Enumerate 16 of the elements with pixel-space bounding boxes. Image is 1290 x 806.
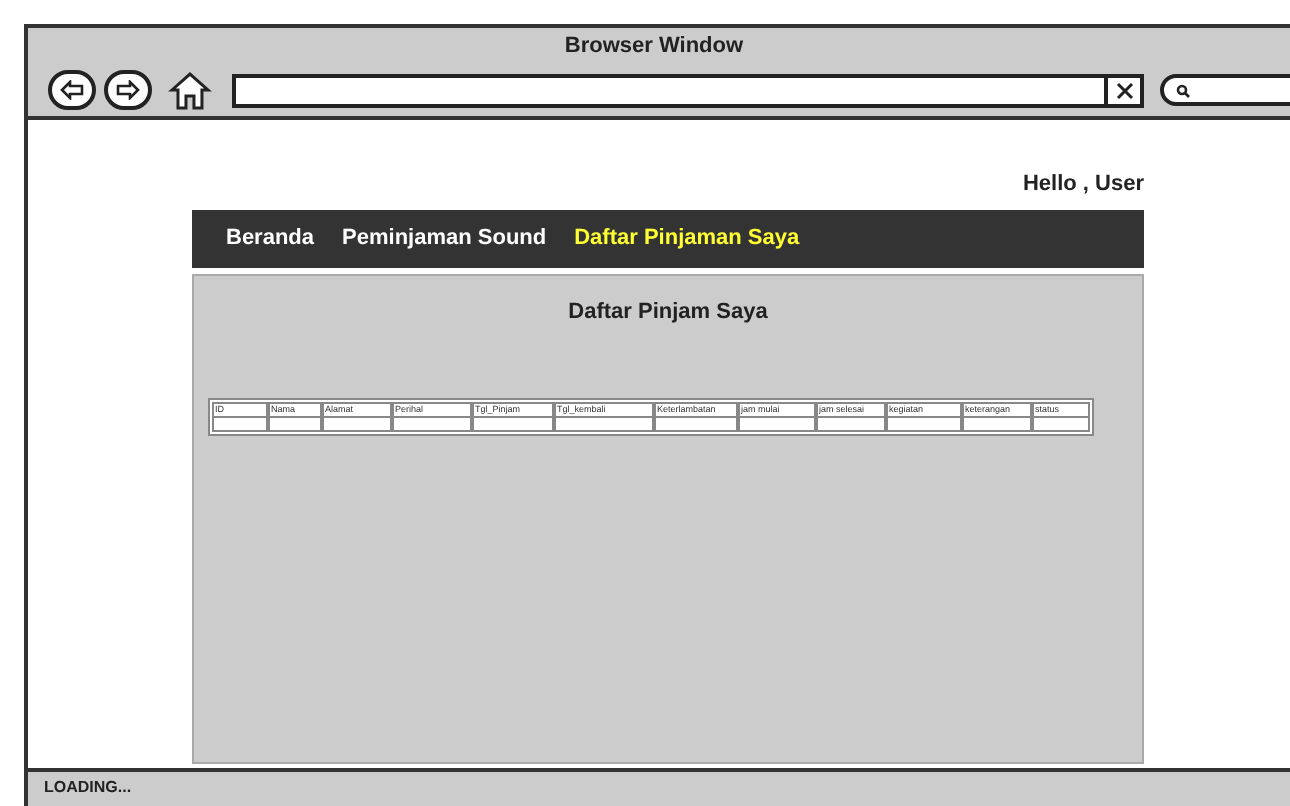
window-title: Browser Window: [564, 36, 744, 58]
right-arrow-icon: [115, 80, 140, 100]
close-icon: [1115, 81, 1134, 99]
address-field[interactable]: [231, 73, 1145, 107]
left-arrow-icon: [59, 80, 84, 100]
nav-tab[interactable]: Daftar Pinjaman Saya: [574, 222, 800, 256]
search-field[interactable]: [1160, 74, 1290, 106]
greeting-text: Hello , User: [1022, 172, 1144, 198]
back-button[interactable]: [48, 70, 96, 110]
search-icon: [1176, 83, 1191, 97]
home-icon[interactable]: [167, 70, 212, 110]
nav-tab[interactable]: Beranda: [226, 222, 315, 256]
nav-tab[interactable]: Peminjaman Sound: [342, 222, 547, 256]
page-title: Daftar Pinjam Saya: [568, 298, 768, 328]
forward-button[interactable]: [103, 70, 152, 110]
status-text: LOADING...: [44, 778, 134, 798]
